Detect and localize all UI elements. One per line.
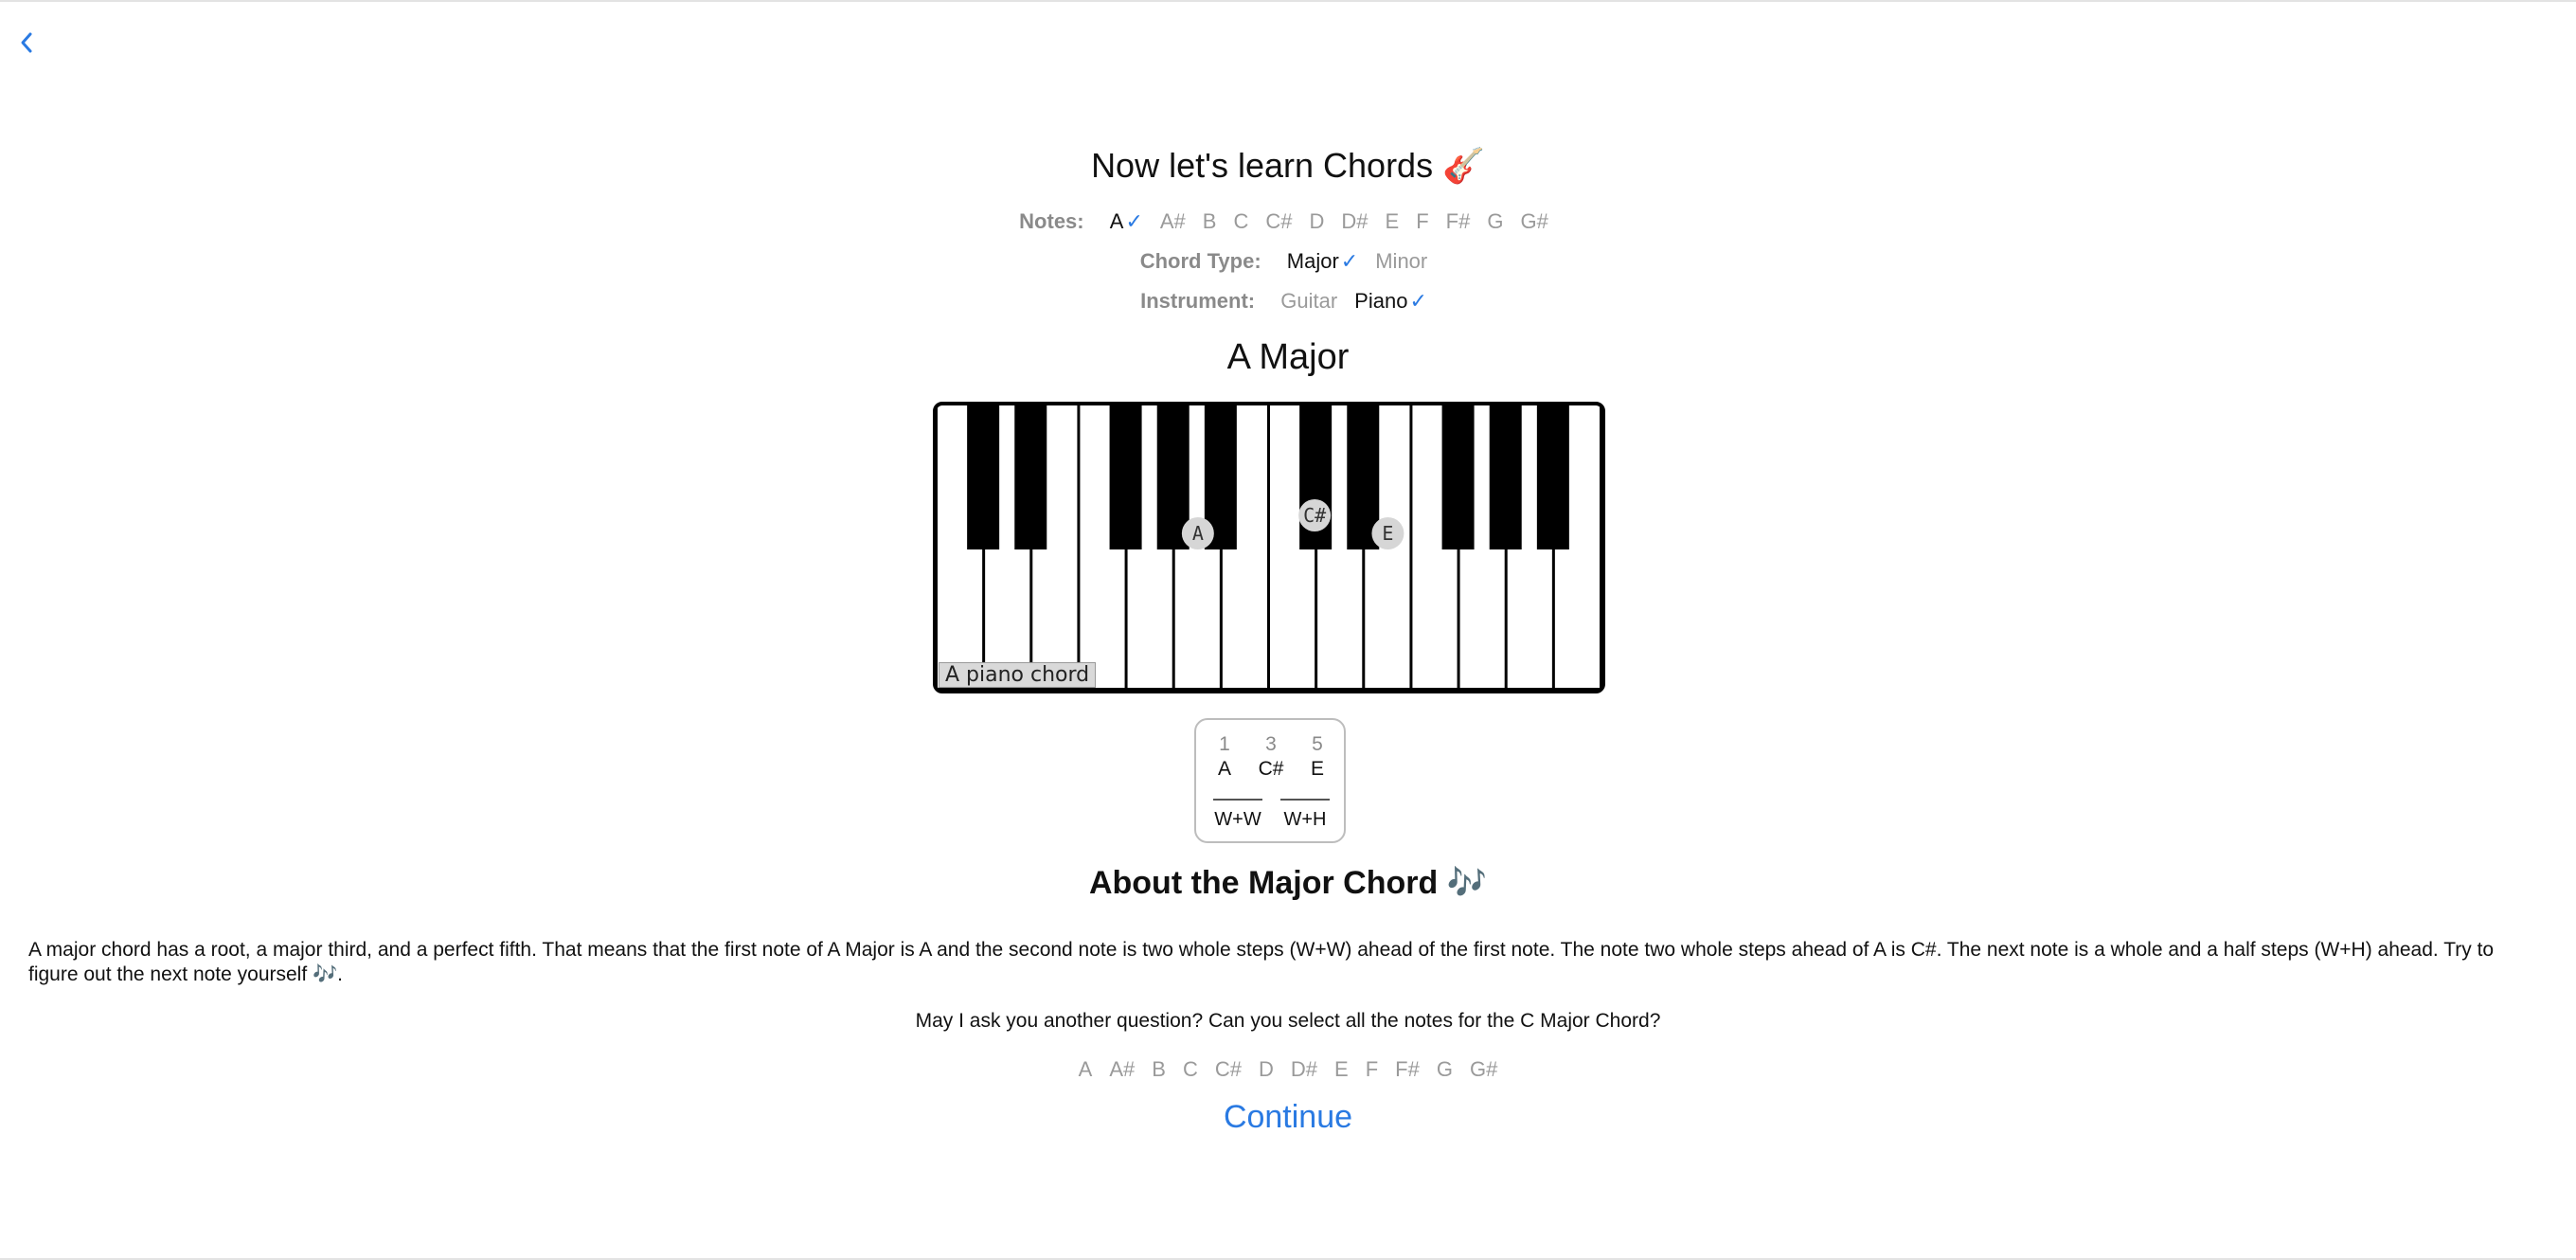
black-key[interactable]: [967, 405, 1000, 549]
note-option-d-sharp[interactable]: D#: [1341, 209, 1368, 233]
chevron-left-icon: [21, 32, 32, 53]
chord-type-selector: Chord Type: Major✓ Minor: [0, 249, 2576, 274]
interval-note-fifth: E: [1310, 758, 1324, 780]
chord-interval-diagram: 1 3 5 A C# E W+W W+H: [1194, 718, 1346, 843]
instrument-option-guitar[interactable]: Guitar: [1280, 289, 1337, 313]
answer-option-g[interactable]: G: [1437, 1057, 1453, 1081]
note-option-label: F: [1416, 209, 1429, 233]
note-option-label: G#: [1520, 209, 1548, 233]
note-option-g-sharp[interactable]: G#: [1520, 209, 1547, 233]
interval-step-second: W+H: [1283, 809, 1327, 830]
instrument-selector: Instrument: Guitar Piano✓: [0, 289, 2576, 314]
black-key[interactable]: [1536, 405, 1569, 549]
chord-type-option-label: Minor: [1375, 249, 1428, 273]
note-option-label: D#: [1341, 209, 1368, 233]
note-option-a[interactable]: A✓: [1110, 209, 1143, 233]
answer-option-d-sharp[interactable]: D#: [1291, 1057, 1317, 1081]
about-heading: About the Major Chord 🎶: [1088, 865, 1488, 901]
answer-option-a[interactable]: A: [1079, 1057, 1093, 1081]
instrument-option-piano[interactable]: Piano✓: [1354, 289, 1427, 313]
interval-step-first: W+W: [1214, 809, 1261, 830]
note-option-label: G: [1487, 209, 1504, 233]
note-option-f[interactable]: F: [1416, 209, 1428, 233]
answer-option-c-sharp[interactable]: C#: [1215, 1057, 1242, 1081]
checkmark-icon: ✓: [1409, 289, 1427, 313]
about-paragraph: A major chord has a root, a major third,…: [28, 939, 2495, 985]
piano-caption: A piano chord: [939, 662, 1097, 688]
answer-option-a-sharp[interactable]: A#: [1109, 1057, 1135, 1081]
back-button[interactable]: [13, 25, 42, 57]
interval-note-root: A: [1217, 758, 1231, 780]
note-option-d[interactable]: D: [1310, 209, 1325, 233]
answer-note-selector: A A# B C C# D D# E F F# G G#: [0, 1057, 2576, 1082]
chord-type-option-major[interactable]: Major✓: [1287, 249, 1358, 273]
svg-text:E: E: [1382, 522, 1393, 545]
note-option-label: E: [1385, 209, 1400, 233]
note-option-f-sharp[interactable]: F#: [1446, 209, 1471, 233]
notes-label: Notes:: [1019, 209, 1084, 233]
instrument-label: Instrument:: [1140, 289, 1256, 313]
interval-divider: [1213, 799, 1262, 801]
degree-fifth: 5: [1312, 733, 1323, 755]
note-option-g[interactable]: G: [1487, 209, 1503, 233]
answer-option-b[interactable]: B: [1152, 1057, 1166, 1081]
black-key[interactable]: [1441, 405, 1475, 549]
instrument-option-label: Guitar: [1280, 289, 1338, 313]
chord-type-label: Chord Type:: [1139, 249, 1261, 273]
note-option-label: F#: [1445, 209, 1471, 233]
note-option-label: C#: [1265, 209, 1293, 233]
note-option-c[interactable]: C: [1233, 209, 1248, 233]
answer-option-g-sharp[interactable]: G#: [1470, 1057, 1497, 1081]
interval-note-third: C#: [1258, 758, 1284, 780]
note-option-label: A: [1109, 209, 1124, 233]
note-option-label: C: [1233, 209, 1249, 233]
black-key[interactable]: [1014, 405, 1047, 549]
chord-marker-c-sharp: C#: [1298, 499, 1332, 531]
page-title: Now let's learn Chords 🎸: [1091, 146, 1485, 185]
answer-option-f[interactable]: F: [1366, 1057, 1378, 1081]
answer-option-c[interactable]: C: [1183, 1057, 1198, 1081]
chord-type-option-minor[interactable]: Minor: [1375, 249, 1427, 273]
chord-marker-a: A: [1181, 517, 1214, 549]
note-option-label: B: [1202, 209, 1217, 233]
notes-selector: Notes: A✓ A# B C C# D D# E F F# G G#: [0, 209, 2576, 234]
answer-option-e[interactable]: E: [1334, 1057, 1349, 1081]
window-top-border: [0, 0, 2576, 2]
answer-option-f-sharp[interactable]: F#: [1395, 1057, 1420, 1081]
piano-keyboard: A C# E A piano chord: [933, 402, 1605, 693]
chord-name: A Major: [1226, 337, 1350, 377]
instrument-option-label: Piano: [1354, 289, 1408, 313]
note-option-e[interactable]: E: [1386, 209, 1400, 233]
checkmark-icon: ✓: [1125, 209, 1143, 233]
chord-type-option-label: Major: [1286, 249, 1339, 273]
note-option-a-sharp[interactable]: A#: [1160, 209, 1186, 233]
black-key[interactable]: [1489, 405, 1522, 549]
question-text: May I ask you another question? Can you …: [915, 1010, 1661, 1032]
degree-third: 3: [1265, 733, 1277, 755]
note-option-b[interactable]: B: [1203, 209, 1217, 233]
degree-root: 1: [1219, 733, 1230, 755]
note-option-c-sharp[interactable]: C#: [1265, 209, 1292, 233]
chord-marker-e: E: [1371, 517, 1404, 549]
continue-button[interactable]: Continue: [0, 1099, 2576, 1136]
interval-divider: [1280, 799, 1330, 801]
note-option-label: A#: [1159, 209, 1186, 233]
black-key[interactable]: [1109, 405, 1142, 549]
svg-text:A: A: [1192, 522, 1204, 545]
checkmark-icon: ✓: [1340, 249, 1359, 273]
answer-option-d[interactable]: D: [1259, 1057, 1274, 1081]
note-option-label: D: [1309, 209, 1325, 233]
svg-text:C#: C#: [1303, 504, 1326, 527]
